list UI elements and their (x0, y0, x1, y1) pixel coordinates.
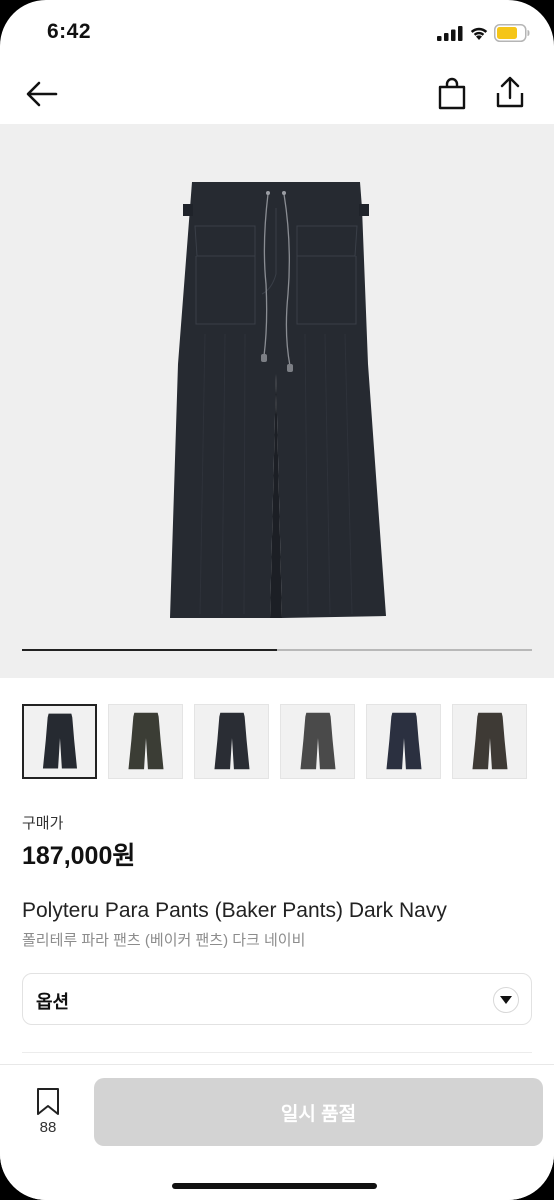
product-title-en: Polyteru Para Pants (Baker Pants) Dark N… (22, 899, 447, 922)
status-bar: 6:42 (0, 0, 554, 66)
bottom-action-bar: 88 일시 품절 (0, 1064, 554, 1200)
wifi-icon (470, 27, 488, 40)
status-time: 6:42 (47, 20, 92, 43)
option-label: 옵션 (36, 992, 70, 1012)
thumbnail-6[interactable] (452, 704, 527, 779)
thumbnail-image (42, 713, 78, 769)
thumbnail-5[interactable] (366, 704, 441, 779)
thumbnail-strip (22, 704, 532, 780)
product-title-ko: 폴리테루 파라 팬츠 (베이커 팬츠) 다크 네이비 (22, 932, 306, 949)
chevron-down-icon (493, 987, 519, 1013)
price-label: 구매가 (22, 815, 64, 832)
thumbnail-4[interactable] (280, 704, 355, 779)
shopping-bag-icon[interactable] (436, 76, 468, 110)
bookmark-count: 88 (39, 1119, 57, 1136)
arrow-left-icon[interactable] (24, 78, 60, 110)
thumbnail-1[interactable] (22, 704, 97, 779)
thumbnail-image (300, 712, 336, 770)
bookmark-icon (37, 1088, 59, 1115)
thumbnail-2[interactable] (108, 704, 183, 779)
phone-screen: 6:42 구매가 187,000원 Polyteru Para Pants (B… (0, 0, 554, 1200)
bookmark-button[interactable]: 88 (30, 1087, 66, 1143)
carousel-progress (22, 649, 532, 651)
price-value: 187,000원 (22, 842, 136, 870)
nav-bar (0, 66, 554, 124)
product-image-carousel[interactable] (0, 124, 554, 678)
soldout-button[interactable]: 일시 품절 (94, 1078, 543, 1146)
home-indicator (172, 1183, 377, 1189)
divider (22, 1052, 532, 1053)
thumbnail-image (472, 712, 508, 770)
share-icon[interactable] (494, 75, 526, 109)
option-select[interactable]: 옵션 (22, 973, 532, 1025)
thumbnail-image (214, 712, 250, 770)
thumbnail-image (128, 712, 164, 770)
product-image (170, 182, 386, 618)
battery-icon (494, 24, 530, 42)
thumbnail-image (386, 712, 422, 770)
thumbnail-3[interactable] (194, 704, 269, 779)
carousel-progress-fill (22, 649, 277, 651)
signal-icon (437, 26, 463, 41)
